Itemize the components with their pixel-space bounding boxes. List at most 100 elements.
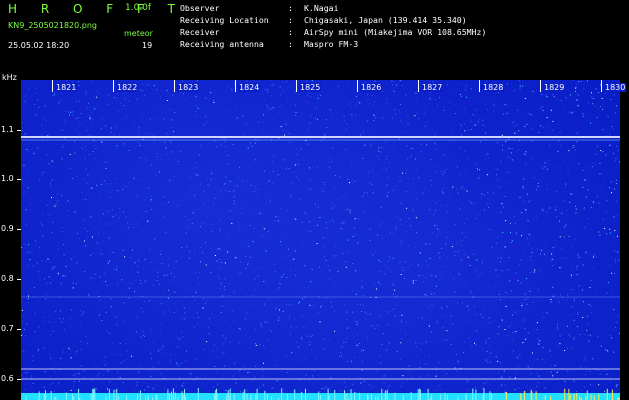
spectrogram-canvas xyxy=(21,80,620,400)
noise-spike xyxy=(301,392,303,400)
noise-spike xyxy=(184,389,185,400)
noise-spike xyxy=(25,396,27,400)
version-label: 1.0.0f xyxy=(125,3,152,13)
noise-spike xyxy=(267,394,268,400)
noise-spike xyxy=(569,394,571,400)
noise-spike xyxy=(264,390,266,400)
noise-spike xyxy=(168,393,170,400)
noise-spike xyxy=(491,392,492,400)
noise-spike xyxy=(586,390,588,400)
noise-spike xyxy=(233,393,235,400)
noise-spike xyxy=(281,388,283,400)
x-tick-mark xyxy=(418,80,419,92)
info-sep: : xyxy=(288,27,293,37)
info-row-receiver: Receiver: AirSpy mini (Miakejima VOR 108.… xyxy=(180,26,486,38)
noise-spike xyxy=(550,396,552,400)
noise-spike xyxy=(197,388,199,400)
datetime-label: 25.05.02 18:20 xyxy=(8,41,70,50)
noise-spike xyxy=(579,396,581,400)
noise-spike xyxy=(45,390,46,400)
x-tick-label: 1821 xyxy=(55,83,78,92)
noise-spike xyxy=(137,394,138,400)
noise-spike xyxy=(544,395,546,400)
noise-spike xyxy=(73,396,75,400)
noise-spike xyxy=(535,391,537,400)
noise-spike xyxy=(256,388,258,400)
noise-spike xyxy=(225,395,227,400)
noise-spike xyxy=(90,393,92,400)
noise-spike xyxy=(606,388,608,400)
noise-spike xyxy=(576,393,578,400)
header: H R O F F T 1.0.0f KN9_2505021820.png me… xyxy=(0,0,629,70)
info-sep: : xyxy=(288,39,293,49)
noise-spike xyxy=(590,394,592,400)
noise-spike xyxy=(216,393,218,400)
noise-spike xyxy=(520,393,522,400)
noise-spike xyxy=(71,393,73,400)
noise-spike xyxy=(172,388,174,400)
noise-spike xyxy=(174,392,176,400)
x-tick-mark xyxy=(113,80,114,92)
x-tick-label: 1825 xyxy=(299,83,322,92)
noise-spike xyxy=(113,389,115,400)
mode-label: meteor xyxy=(124,29,153,38)
noise-spike xyxy=(402,395,404,400)
noise-spike xyxy=(344,396,346,400)
y-tick-label: 0.6 xyxy=(1,374,14,383)
noise-spike xyxy=(182,395,184,400)
noise-spike xyxy=(105,395,107,400)
noise-spike xyxy=(593,395,595,400)
x-tick-label: 1829 xyxy=(543,83,566,92)
noise-spike xyxy=(611,389,613,400)
noise-spike xyxy=(483,388,485,400)
x-tick-mark xyxy=(52,80,53,92)
noise-spike xyxy=(427,388,429,400)
detection-count: 19 xyxy=(142,41,153,50)
noise-spike xyxy=(375,396,377,400)
noise-spike xyxy=(564,388,566,400)
info-value: K.Nagai xyxy=(304,3,339,13)
info-label: Receiver xyxy=(180,27,220,37)
info-sep: : xyxy=(288,3,293,13)
info-value: Chigasaki, Japan (139.414 35.340) xyxy=(304,15,467,25)
noise-spike xyxy=(457,396,459,400)
x-tick-label: 1828 xyxy=(482,83,505,92)
noise-spike xyxy=(328,395,330,400)
noise-spike xyxy=(287,393,289,400)
x-tick-mark xyxy=(479,80,480,92)
x-tick-mark xyxy=(174,80,175,92)
noise-spike xyxy=(446,395,448,400)
noise-spike xyxy=(167,389,169,400)
noise-spike xyxy=(585,396,587,400)
noise-spike xyxy=(93,389,95,400)
noise-spike xyxy=(319,395,321,400)
info-sep: : xyxy=(288,15,293,25)
noise-spike xyxy=(371,394,372,400)
noise-spike xyxy=(359,392,361,400)
info-value: Maspro FM-3 xyxy=(304,39,359,49)
x-tick-mark xyxy=(540,80,541,92)
noise-spike xyxy=(472,388,474,400)
info-row-observer: Observer: K.Nagai xyxy=(180,2,486,14)
noise-spike xyxy=(242,392,244,400)
info-row-antenna: Receiving antenna: Maspro FM-3 xyxy=(180,38,486,50)
x-tick-label: 1823 xyxy=(177,83,200,92)
noise-spike xyxy=(126,395,128,400)
noise-spike xyxy=(386,390,388,400)
noise-spike xyxy=(215,390,217,400)
noise-spike xyxy=(385,390,387,400)
noise-spike xyxy=(598,393,600,400)
noise-spike xyxy=(334,390,336,400)
noise-spike xyxy=(305,388,306,400)
noise-spike xyxy=(346,393,348,400)
noise-spike xyxy=(54,396,56,400)
x-tick-label: 1827 xyxy=(421,83,444,92)
x-tick-mark xyxy=(601,80,602,92)
noise-spike xyxy=(327,388,329,400)
noise-spike xyxy=(44,393,46,400)
noise-spike xyxy=(94,388,96,400)
noise-spike xyxy=(244,389,246,400)
noise-spike xyxy=(489,391,491,400)
y-tick-label: 1.1 xyxy=(1,125,14,134)
noise-spike xyxy=(294,389,296,400)
